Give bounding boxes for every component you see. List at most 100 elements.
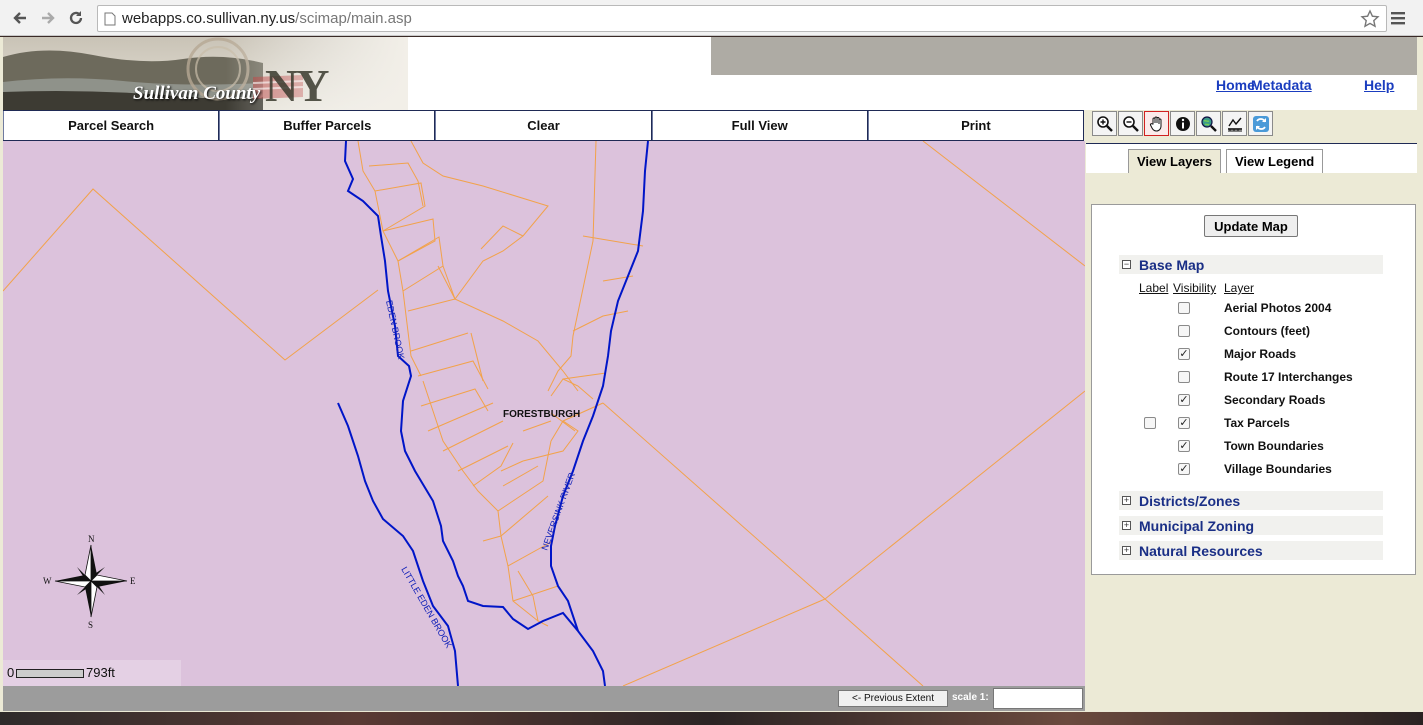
zoom-in-icon[interactable] <box>1092 111 1117 136</box>
layer-row: Route 17 Interchanges <box>1092 368 1412 391</box>
tab-view-legend[interactable]: View Legend <box>1226 149 1324 173</box>
group-base-map-label: Base Map <box>1139 256 1205 273</box>
group-municipal-zoning-label: Municipal Zoning <box>1139 517 1255 534</box>
layer-name: Route 17 Interchanges <box>1224 370 1353 384</box>
group-natural-resources[interactable]: + Natural Resources <box>1119 541 1383 560</box>
visibility-checkbox[interactable]: ✓ <box>1178 440 1190 452</box>
measure-icon[interactable] <box>1222 111 1247 136</box>
group-districts-zones[interactable]: + Districts/Zones <box>1119 491 1383 510</box>
layer-row: ✓ Major Roads <box>1092 345 1412 368</box>
map-canvas[interactable]: EDEN BROOK NEVERSINK RIVER LITTLE EDEN B… <box>3 141 1085 686</box>
clear-button[interactable]: Clear <box>435 111 652 140</box>
query-globe-icon[interactable] <box>1196 111 1221 136</box>
header-gray-strip <box>711 37 1417 75</box>
compass-n: N <box>88 534 95 544</box>
help-link[interactable]: Help <box>1364 77 1394 93</box>
group-districts-zones-label: Districts/Zones <box>1139 492 1241 509</box>
visibility-checkbox[interactable] <box>1178 325 1190 337</box>
expand-icon[interactable]: + <box>1122 546 1131 555</box>
expand-icon[interactable]: + <box>1122 496 1131 505</box>
refresh-icon[interactable] <box>1248 111 1273 136</box>
page: Sullivan County NY Home Metadata Help Pa… <box>0 37 1423 717</box>
menu-icon[interactable] <box>1390 9 1406 27</box>
layer-name: Secondary Roads <box>1224 393 1326 407</box>
scalebar-end: 793ft <box>86 665 115 680</box>
print-button[interactable]: Print <box>867 111 1085 140</box>
map-toolbar: Parcel Search Buffer Parcels Clear Full … <box>3 110 1085 141</box>
map-drawing: EDEN BROOK NEVERSINK RIVER LITTLE EDEN B… <box>3 141 1085 686</box>
full-view-button[interactable]: Full View <box>651 111 868 140</box>
banner-ny: NY <box>265 60 329 110</box>
visibility-checkbox[interactable]: ✓ <box>1178 348 1190 360</box>
buffer-parcels-button[interactable]: Buffer Parcels <box>219 111 436 140</box>
layer-name: Major Roads <box>1224 347 1297 361</box>
desktop-strip <box>0 712 1423 725</box>
scalebar-bar <box>16 669 84 678</box>
scalebar-start: 0 <box>7 665 15 680</box>
layers-panel: Update Map − Base Map Label Visibility L… <box>1091 204 1416 575</box>
stream-labels: EDEN BROOK NEVERSINK RIVER LITTLE EDEN B… <box>384 299 577 649</box>
compass-rose-icon: N S E W <box>43 534 136 630</box>
little-eden-brook-label: LITTLE EDEN BROOK <box>399 565 454 650</box>
back-icon[interactable] <box>8 6 32 30</box>
metadata-link[interactable]: Metadata <box>1251 77 1312 93</box>
layer-name: Aerial Photos 2004 <box>1224 301 1332 315</box>
url-path: /scimap/main.asp <box>295 10 412 27</box>
label-checkbox[interactable] <box>1144 417 1156 429</box>
banner-title: Sullivan County <box>133 83 261 104</box>
visibility-checkbox[interactable]: ✓ <box>1178 394 1190 406</box>
group-base-map[interactable]: − Base Map <box>1119 255 1383 274</box>
layer-name: Town Boundaries <box>1224 439 1324 453</box>
visibility-checkbox[interactable] <box>1178 371 1190 383</box>
col-layer: Layer <box>1224 281 1255 295</box>
site-header: Sullivan County NY Home Metadata Help <box>3 37 1417 110</box>
layer-row: Aerial Photos 2004 <box>1092 299 1412 322</box>
layer-name: Village Boundaries <box>1224 462 1332 476</box>
map-status-bar: <- Previous Extent scale 1: <box>3 686 1085 711</box>
layer-name: Contours (feet) <box>1224 324 1310 338</box>
previous-extent-button[interactable]: <- Previous Extent <box>838 690 948 707</box>
county-banner: Sullivan County NY <box>3 37 408 110</box>
compass-s: S <box>88 620 93 630</box>
home-link[interactable]: Home <box>1216 77 1255 93</box>
scale-input[interactable] <box>993 688 1083 709</box>
url-host: webapps.co.sullivan.ny.us <box>122 10 296 27</box>
layer-row: ✓ Tax Parcels <box>1092 414 1412 437</box>
layer-row: Contours (feet) <box>1092 322 1412 345</box>
address-bar[interactable]: webapps.co.sullivan.ny.us/scimap/main.as… <box>97 5 1387 32</box>
browser-chrome: webapps.co.sullivan.ny.us/scimap/main.as… <box>0 0 1423 36</box>
col-label: Label <box>1139 281 1169 295</box>
parcel-search-button[interactable]: Parcel Search <box>3 111 220 140</box>
expand-icon[interactable]: + <box>1122 521 1131 530</box>
update-map-button[interactable]: Update Map <box>1204 215 1298 237</box>
visibility-checkbox[interactable] <box>1178 302 1190 314</box>
map-tools <box>1092 111 1282 139</box>
group-natural-resources-label: Natural Resources <box>1139 542 1263 559</box>
zoom-out-icon[interactable] <box>1118 111 1143 136</box>
pan-hand-icon[interactable] <box>1144 111 1169 136</box>
stream-lines <box>337 141 649 686</box>
col-visibility: Visibility <box>1173 281 1217 295</box>
visibility-checkbox[interactable]: ✓ <box>1178 463 1190 475</box>
place-label: FORESTBURGH <box>503 409 580 420</box>
reload-icon[interactable] <box>64 6 88 30</box>
layer-name: Tax Parcels <box>1224 416 1290 430</box>
eden-brook-label: EDEN BROOK <box>384 299 406 360</box>
layer-row: ✓ Secondary Roads <box>1092 391 1412 414</box>
collapse-icon[interactable]: − <box>1122 260 1131 269</box>
layer-row: ✓ Town Boundaries <box>1092 437 1412 460</box>
compass-e: E <box>130 576 136 586</box>
identify-info-icon[interactable] <box>1170 111 1195 136</box>
scalebar: 0 793ft <box>3 660 181 686</box>
scale-label: scale 1: <box>952 692 989 703</box>
url-text: webapps.co.sullivan.ny.us/scimap/main.as… <box>122 10 412 27</box>
compass-w: W <box>43 576 52 586</box>
page-icon <box>104 12 116 26</box>
layer-row: ✓ Village Boundaries <box>1092 460 1412 483</box>
group-municipal-zoning[interactable]: + Municipal Zoning <box>1119 516 1383 535</box>
bookmark-star-icon[interactable] <box>1360 9 1380 29</box>
neversink-river-label: NEVERSINK RIVER <box>539 471 577 552</box>
forward-icon[interactable] <box>36 6 60 30</box>
tab-view-layers[interactable]: View Layers <box>1128 149 1221 173</box>
visibility-checkbox[interactable]: ✓ <box>1178 417 1190 429</box>
